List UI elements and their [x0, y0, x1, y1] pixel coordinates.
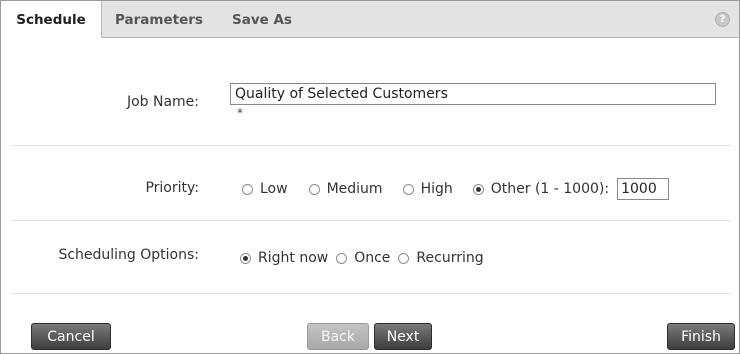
back-button[interactable]: Back: [307, 323, 369, 350]
help-icon[interactable]: ?: [715, 12, 730, 27]
scheduling-radio-right-now[interactable]: Right now: [240, 250, 328, 266]
priority-other-input[interactable]: [617, 178, 670, 200]
radio-button[interactable]: [240, 252, 251, 264]
scheduling-options-label: Scheduling Options:: [58, 247, 199, 263]
radio-button[interactable]: [472, 183, 484, 195]
schedule-dialog: Schedule Parameters Save As ? Job Name: …: [0, 0, 740, 354]
priority-options: Low Medium High Other (1 - 1000):: [242, 178, 670, 200]
radio-label: Medium: [326, 181, 383, 197]
job-name-input[interactable]: [230, 83, 716, 105]
priority-radio-high[interactable]: High: [402, 181, 453, 197]
scheduling-radio-once[interactable]: Once: [336, 250, 390, 266]
radio-label: Once: [354, 250, 391, 266]
radio-button[interactable]: [336, 252, 348, 264]
tab-save-as[interactable]: Save As: [232, 1, 292, 37]
radio-label: Right now: [258, 250, 329, 266]
tab-bar: Schedule Parameters Save As ?: [1, 1, 739, 38]
scheduling-radio-recurring[interactable]: Recurring: [398, 250, 484, 266]
radio-label: Low: [260, 181, 288, 197]
required-marker: *: [237, 106, 243, 120]
radio-label: Other (1 - 1000):: [490, 181, 610, 197]
priority-radio-low[interactable]: Low: [242, 181, 288, 197]
separator: [11, 145, 731, 146]
job-name-label: Job Name:: [126, 94, 199, 110]
priority-radio-other[interactable]: Other (1 - 1000):: [472, 181, 610, 197]
tab-parameters[interactable]: Parameters: [115, 1, 203, 37]
radio-button[interactable]: [308, 183, 320, 195]
radio-button[interactable]: [398, 252, 410, 264]
scheduling-options: Right now Once Recurring: [240, 250, 484, 266]
radio-label: Recurring: [416, 250, 484, 266]
priority-label: Priority:: [145, 180, 199, 196]
radio-button[interactable]: [242, 183, 253, 195]
separator: [11, 220, 731, 221]
cancel-button[interactable]: Cancel: [31, 323, 111, 350]
next-button[interactable]: Next: [374, 323, 432, 350]
separator: [11, 293, 731, 294]
radio-label: High: [420, 181, 453, 197]
radio-button[interactable]: [402, 183, 414, 195]
finish-button[interactable]: Finish: [667, 323, 735, 350]
priority-radio-medium[interactable]: Medium: [308, 181, 383, 197]
tab-schedule[interactable]: Schedule: [1, 1, 102, 38]
